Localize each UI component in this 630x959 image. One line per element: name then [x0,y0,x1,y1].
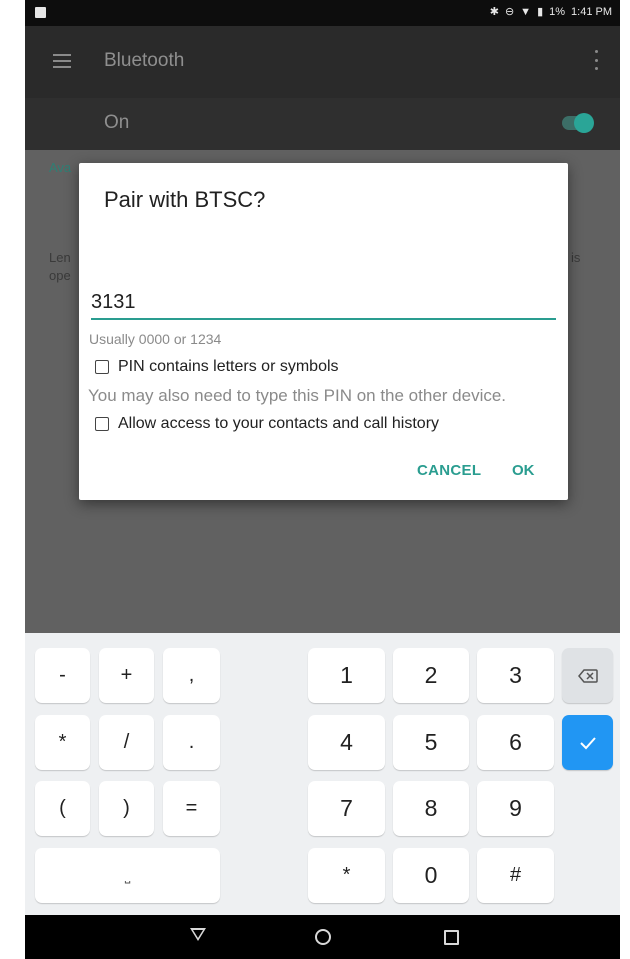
pin-letters-checkbox[interactable] [95,360,109,374]
pin-letters-checkbox-row[interactable]: PIN contains letters or symbols [95,358,339,376]
clock: 1:41 PM [571,6,612,18]
pin-hint: Usually 0000 or 1234 [89,331,222,347]
key-close-paren[interactable]: ) [99,781,154,836]
key-star[interactable]: * [308,848,385,903]
dialog-title: Pair with BTSC? [104,187,266,212]
available-devices-header: Ava [49,160,72,175]
key-minus[interactable]: - [35,648,90,703]
background-text: is [571,250,581,265]
do-not-disturb-icon: ⊖ [504,6,515,18]
numeric-keyboard: - + , 1 2 3 * / . 4 5 6 ( ) = 7 8 9 ⎵ * … [25,633,620,915]
ok-button[interactable]: OK [512,462,535,479]
device-screen: ✱ ⊖ ▼ ▮ 1% 1:41 PM Bluetooth On Ava Len … [25,0,620,959]
checkmark-icon [579,736,596,749]
toggle-label: On [104,112,130,133]
back-icon[interactable] [190,928,206,941]
contacts-access-checkbox[interactable] [95,417,109,431]
key-4[interactable]: 4 [308,715,385,770]
key-period[interactable]: . [163,715,220,770]
key-open-paren[interactable]: ( [35,781,90,836]
notification-icon [35,7,46,18]
wifi-icon: ▼ [520,6,532,18]
key-6[interactable]: 6 [477,715,554,770]
key-5[interactable]: 5 [393,715,469,770]
key-7[interactable]: 7 [308,781,385,836]
backspace-icon [577,668,598,683]
key-2[interactable]: 2 [393,648,469,703]
pin-note: You may also need to type this PIN on th… [88,386,507,405]
key-0[interactable]: 0 [393,848,469,903]
pair-dialog: Pair with BTSC? 3131 Usually 0000 or 123… [79,163,568,500]
bluetooth-switch[interactable] [562,113,594,133]
key-hash[interactable]: # [477,848,554,903]
bluetooth-icon: ✱ [489,6,499,18]
pin-input[interactable]: 3131 [91,291,136,314]
navigation-bar [25,915,620,959]
app-bar: Bluetooth [25,26,620,98]
key-plus[interactable]: + [99,648,154,703]
pin-letters-label: PIN contains letters or symbols [118,358,339,375]
overflow-menu-icon[interactable] [594,50,598,70]
status-bar: ✱ ⊖ ▼ ▮ 1% 1:41 PM [25,0,620,26]
key-3[interactable]: 3 [477,648,554,703]
key-comma[interactable]: , [163,648,220,703]
key-8[interactable]: 8 [393,781,469,836]
pin-input-underline [91,318,556,320]
key-1[interactable]: 1 [308,648,385,703]
key-asterisk[interactable]: * [35,715,90,770]
battery-icon: ▮ [537,6,544,18]
enter-key[interactable] [562,715,613,770]
page-title: Bluetooth [104,50,185,71]
hamburger-menu-icon[interactable] [53,54,71,68]
key-space[interactable]: ⎵ [35,848,220,903]
recents-icon[interactable] [444,930,459,945]
backspace-key[interactable] [562,648,613,703]
contacts-access-label: Allow access to your contacts and call h… [118,415,440,432]
key-equals[interactable]: = [163,781,220,836]
key-9[interactable]: 9 [477,781,554,836]
key-slash[interactable]: / [99,715,154,770]
background-text: ope [49,268,71,283]
bluetooth-toggle-row[interactable]: On [25,98,620,150]
contacts-access-checkbox-row[interactable]: Allow access to your contacts and call h… [95,415,439,433]
status-icons: ✱ ⊖ ▼ ▮ 1% 1:41 PM [490,5,612,19]
battery-percent: 1% [549,6,566,18]
cancel-button[interactable]: CANCEL [417,462,481,479]
home-icon[interactable] [315,929,331,945]
background-text: Len [49,250,71,265]
switch-knob [574,113,594,133]
